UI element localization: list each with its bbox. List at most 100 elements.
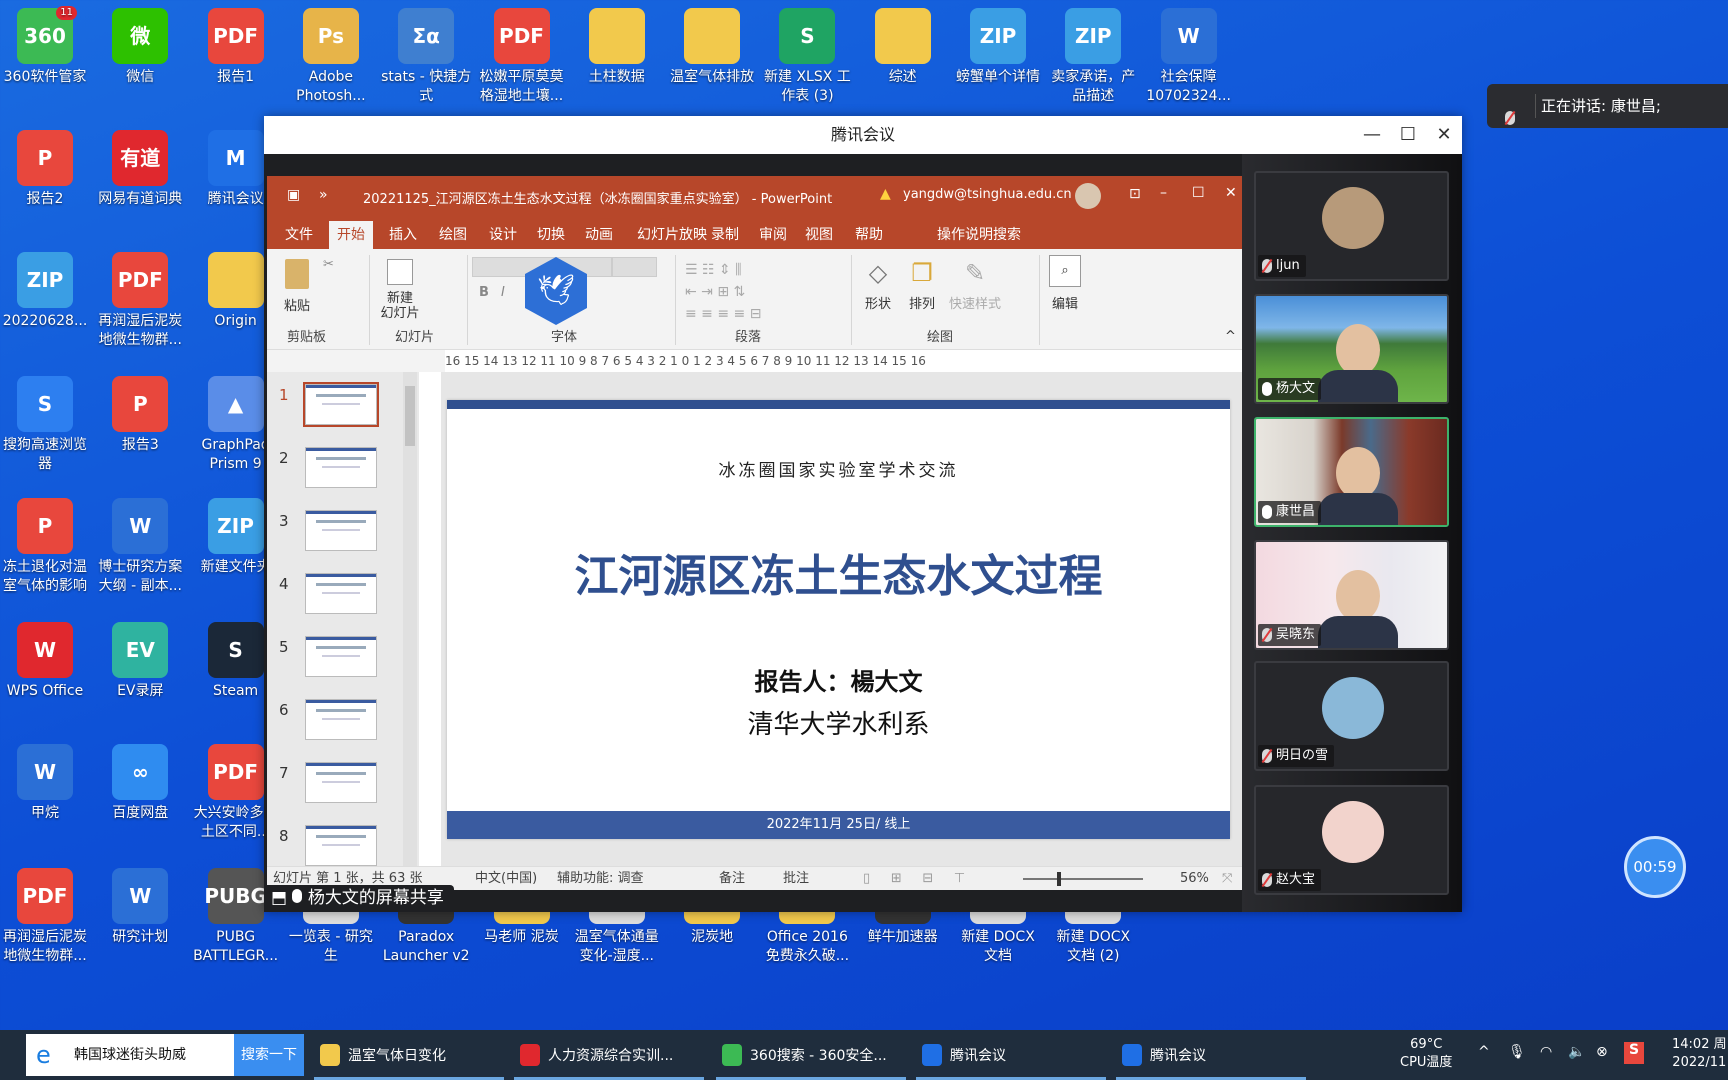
meeting-timer[interactable]: 00:59 xyxy=(1624,836,1686,898)
slide-thumbnail[interactable] xyxy=(305,636,377,677)
arrange-button[interactable]: ❐ 排列 xyxy=(903,259,941,312)
zoom-slider-thumb[interactable] xyxy=(1056,872,1061,886)
taskbar-item[interactable]: 温室气体日变化 xyxy=(320,1030,446,1080)
slide-thumbnail[interactable] xyxy=(305,447,377,488)
zoom-level[interactable]: 56% xyxy=(1180,867,1209,890)
maximize-button[interactable]: ☐ xyxy=(1390,116,1426,154)
participant-tile[interactable]: 康世昌 xyxy=(1254,417,1449,527)
paste-button[interactable]: 粘贴 xyxy=(279,259,315,314)
desktop-icon[interactable]: PDF 报告1 xyxy=(190,8,282,87)
desktop-icon[interactable]: 有道 网易有道词典 xyxy=(94,130,186,209)
ribbon-tab[interactable]: 视图 xyxy=(797,221,841,249)
desktop-icon[interactable]: ZIP 卖家承诺，产品描述 xyxy=(1047,8,1139,106)
search-box[interactable]: e 韩国球迷街头助威 xyxy=(26,1034,234,1076)
ppt-minimize-button[interactable]: – xyxy=(1160,185,1167,201)
desktop-icon[interactable]: W 博士研究方案大纲 - 副本... xyxy=(94,498,186,596)
wifi-icon[interactable]: ◠ xyxy=(1540,1044,1552,1060)
slide-thumbnail[interactable] xyxy=(305,825,377,866)
taskbar-item[interactable]: 腾讯会议 xyxy=(922,1030,1006,1080)
ribbon-tab[interactable]: 插入 xyxy=(381,221,425,249)
ribbon-tab[interactable]: 设计 xyxy=(481,221,525,249)
desktop-icon[interactable]: 微微信 xyxy=(94,8,186,87)
minimize-button[interactable]: — xyxy=(1354,116,1390,154)
comments-button[interactable]: 批注 xyxy=(783,867,809,890)
fit-slide-icon[interactable]: ⤧ xyxy=(1222,867,1232,890)
desktop-icon[interactable]: P 报告3 xyxy=(94,376,186,455)
desktop-icon[interactable]: W 研究计划 xyxy=(94,868,186,947)
font-size-dropdown[interactable] xyxy=(612,257,657,277)
ribbon-tab[interactable]: 录制 xyxy=(703,221,747,249)
accessibility-status[interactable]: 辅助功能: 调查 xyxy=(557,867,644,890)
view-buttons[interactable]: ▯ ⊞ ⊟ ⊤ xyxy=(863,867,965,890)
desktop-icon[interactable]: Ps Adobe Photosh... xyxy=(285,8,377,106)
desktop-icon[interactable]: Σα stats - 快捷方式 xyxy=(380,8,472,106)
taskbar-item[interactable]: 腾讯会议 xyxy=(1122,1030,1206,1080)
slide-thumbnail[interactable] xyxy=(305,573,377,614)
desktop-icon[interactable]: W WPS Office xyxy=(0,622,91,701)
paragraph-controls[interactable]: ☰ ☷ ⇕ ⫼ ⇤ ⇥ ⊞ ⇅ ≡ ≡ ≡ ≡ ⊟ xyxy=(685,259,845,322)
ribbon-tab[interactable]: 帮助 xyxy=(847,221,891,249)
slide-thumbnail[interactable] xyxy=(305,699,377,740)
desktop-icon[interactable]: ∞ 百度网盘 xyxy=(94,744,186,823)
ribbon-tab[interactable]: 审阅 xyxy=(751,221,795,249)
taskbar-item[interactable]: 360搜索 - 360安全... xyxy=(722,1030,887,1080)
quick-access-more-icon[interactable]: » xyxy=(319,187,328,203)
participant-tile[interactable]: 明日の雪 xyxy=(1254,661,1449,771)
save-icon[interactable]: ▣ xyxy=(287,187,300,203)
microphone-tray-icon[interactable]: 🎙 xyxy=(1508,1044,1526,1060)
slide-thumbnail[interactable] xyxy=(303,382,379,427)
desktop-icon[interactable]: PDF 松嫩平原莫莫格湿地土壤... xyxy=(476,8,568,106)
participant-tile[interactable]: 赵大宝 xyxy=(1254,785,1449,895)
tray-overflow-icon[interactable]: ^ xyxy=(1478,1044,1490,1060)
taskbar-item[interactable]: 人力资源综合实训... xyxy=(520,1030,673,1080)
quick-style-button[interactable]: ✎ 快速样式 xyxy=(947,259,1003,312)
bold-button[interactable]: B xyxy=(479,285,489,300)
cut-icon[interactable]: ✂ xyxy=(323,257,334,272)
desktop-icon[interactable]: S 搜狗高速浏览器 xyxy=(0,376,91,474)
slide-thumbnail[interactable] xyxy=(305,510,377,551)
language-indicator[interactable]: 中文(中国) xyxy=(475,867,537,890)
desktop-icon[interactable]: 土柱数据 xyxy=(571,8,663,87)
desktop-icon[interactable]: PDF 再润湿后泥炭地微生物群... xyxy=(0,868,91,966)
ribbon-tab[interactable]: 开始 xyxy=(329,221,373,249)
italic-button[interactable]: I xyxy=(501,285,505,300)
clock[interactable]: 14:02 周 2022/11 xyxy=(1672,1036,1727,1072)
shape-button[interactable]: ◇ 形状 xyxy=(859,259,897,312)
close-button[interactable]: ✕ xyxy=(1426,116,1462,154)
search-input[interactable]: 韩国球迷街头助威 xyxy=(74,1047,186,1063)
ribbon-tab[interactable]: 动画 xyxy=(577,221,621,249)
desktop-icon[interactable]: P 冻土退化对温室气体的影响 xyxy=(0,498,91,596)
desktop-icon[interactable]: 综述 xyxy=(857,8,949,87)
thumbnail-scrollbar[interactable] xyxy=(403,372,417,866)
volume-icon[interactable]: 🔈 xyxy=(1568,1044,1585,1060)
slide-canvas[interactable]: 冰冻圈国家实验室学术交流 江河源区冻土生态水文过程 报告人：楊大文 清华大学水利… xyxy=(447,400,1230,839)
tell-me-search[interactable]: 操作说明搜索 xyxy=(909,221,1029,249)
participant-tile[interactable]: 杨大文 xyxy=(1254,294,1449,404)
ppt-close-button[interactable]: ✕ xyxy=(1225,185,1237,201)
ribbon-tab[interactable]: 绘图 xyxy=(431,221,475,249)
participant-tile[interactable]: 吴晓东 xyxy=(1254,540,1449,650)
slide-thumbnail[interactable] xyxy=(305,762,377,803)
collapse-ribbon-icon[interactable]: ^ xyxy=(1225,329,1236,344)
desktop-icon[interactable]: P 报告2 xyxy=(0,130,91,209)
desktop-icon[interactable]: EV EV录屏 xyxy=(94,622,186,701)
desktop-icon[interactable]: 温室气体排放 xyxy=(666,8,758,87)
desktop-icon[interactable]: 360 11 360软件管家 xyxy=(0,6,91,87)
ribbon-tab[interactable]: 文件 xyxy=(277,221,321,249)
account-email[interactable]: yangdw@tsinghua.edu.cn xyxy=(903,187,1072,202)
edit-button[interactable]: ⌕ 编辑 xyxy=(1047,255,1083,312)
desktop-icon[interactable]: W 社会保障10702324... xyxy=(1143,8,1235,106)
notes-button[interactable]: 备注 xyxy=(719,867,745,890)
desktop-icon[interactable]: PDF 再润湿后泥炭地微生物群... xyxy=(94,252,186,350)
search-button[interactable]: 搜索一下 xyxy=(234,1034,304,1076)
ppt-maximize-button[interactable]: ☐ xyxy=(1192,185,1205,201)
desktop-icon[interactable]: S 新建 XLSX 工作表 (3) xyxy=(761,8,853,106)
close-circle-tray-icon[interactable]: ⊗ xyxy=(1596,1044,1608,1060)
account-avatar[interactable] xyxy=(1075,183,1101,209)
ribbon-display-icon[interactable]: ⊡ xyxy=(1129,186,1141,202)
zoom-slider[interactable] xyxy=(1023,872,1143,886)
desktop-icon[interactable]: ZIP 20220628... xyxy=(0,252,91,331)
sogou-input-icon[interactable]: S xyxy=(1624,1042,1644,1064)
new-slide-button[interactable]: 新建 幻灯片 xyxy=(375,259,425,321)
desktop-icon[interactable]: ZIP 螃蟹单个详情 xyxy=(952,8,1044,87)
